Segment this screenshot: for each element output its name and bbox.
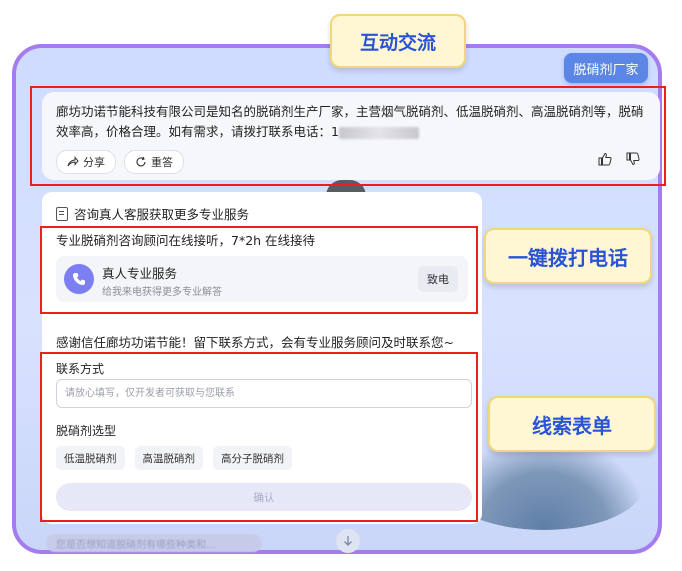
vendor-tag-button[interactable]: 脱硝剂厂家 <box>564 53 648 83</box>
highlight-lead-form <box>40 352 478 522</box>
suggested-question[interactable]: 您是否想知道脱硝剂有哪些种类和... <box>46 534 262 552</box>
callout-one-click-call: 一键拨打电话 <box>484 228 652 284</box>
callout-lead-form: 线索表单 <box>488 396 656 452</box>
arrow-down-icon <box>344 536 352 546</box>
callout-call-text: 一键拨打电话 <box>508 245 628 270</box>
panel-title-text: 咨询真人客服获取更多专业服务 <box>74 207 250 222</box>
document-icon <box>56 206 68 221</box>
scroll-down-button[interactable] <box>336 529 360 553</box>
highlight-call-section <box>40 226 478 314</box>
callout-interaction-text: 互动交流 <box>359 31 436 54</box>
callout-interaction: 互动交流 <box>330 14 466 68</box>
panel-title: 咨询真人客服获取更多专业服务 <box>56 204 249 223</box>
callout-lead-text: 线索表单 <box>532 413 612 438</box>
highlight-answer-card <box>30 86 666 186</box>
thanks-text: 感谢信任廊坊功诺节能！留下联系方式，会有专业服务顾问及时联系您~ <box>56 335 454 350</box>
